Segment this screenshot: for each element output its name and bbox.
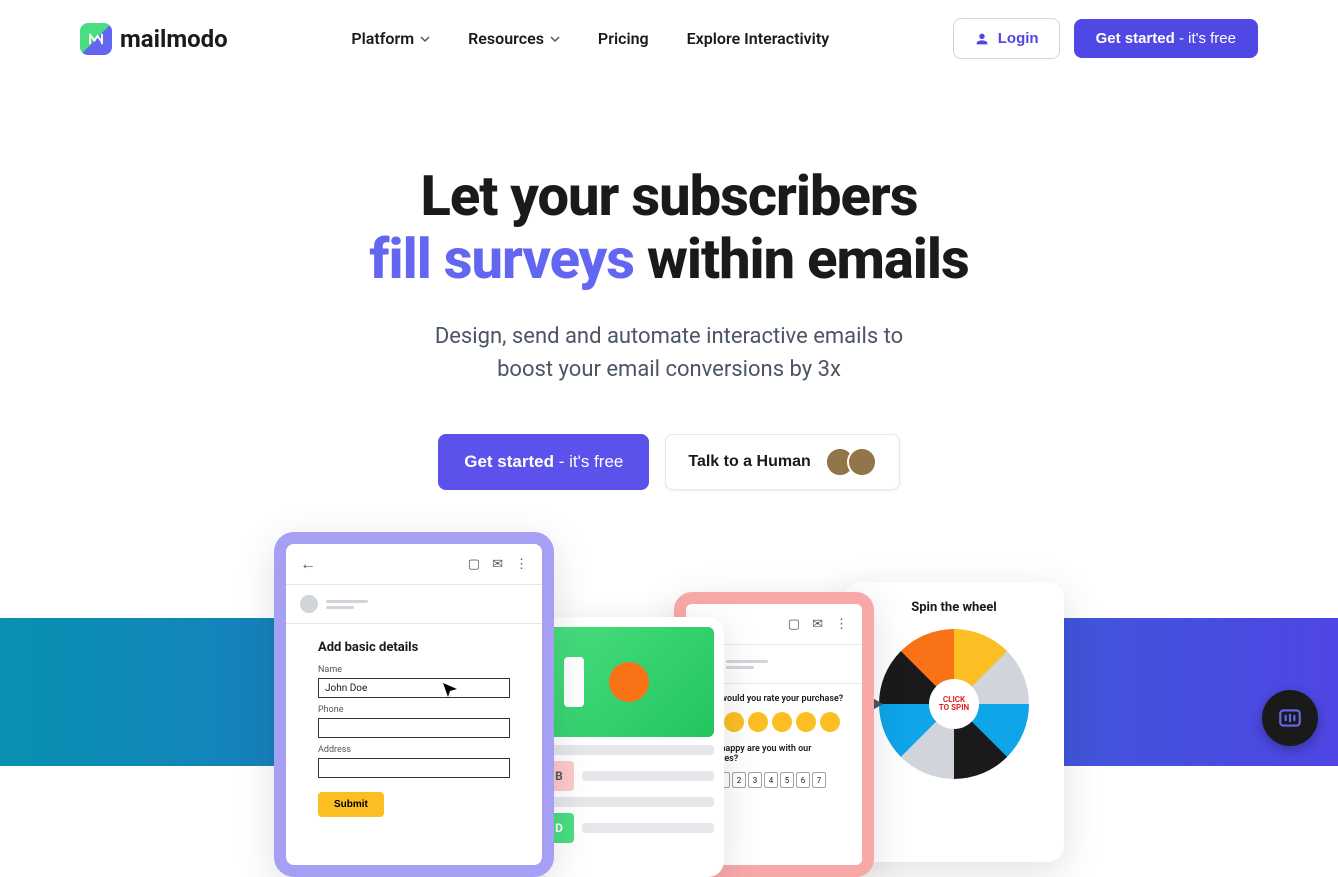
chevron-down-icon: [420, 29, 430, 48]
emoji-icon: [724, 712, 744, 732]
emoji-icon: [748, 712, 768, 732]
field-label: Address: [318, 745, 510, 755]
preview-wheel-card: Spin the wheel CLICK TO SPIN: [844, 582, 1064, 862]
avatars: [825, 447, 877, 477]
spin-wheel: CLICK TO SPIN: [879, 629, 1029, 779]
name-field: John Doe: [318, 678, 510, 698]
chat-icon: [1277, 705, 1303, 731]
emoji-icon: [772, 712, 792, 732]
person-icon: [974, 31, 990, 47]
cta-row: Get started - it's free Talk to a Human: [0, 434, 1338, 490]
hero: Let your subscribers fill surveys within…: [0, 77, 1338, 877]
field-label: Phone: [318, 705, 510, 715]
field-label: Name: [318, 665, 510, 675]
emoji-icon: [796, 712, 816, 732]
nav-resources[interactable]: Resources: [468, 29, 560, 48]
nav-explore[interactable]: Explore Interactivity: [687, 29, 830, 48]
form-title: Add basic details: [318, 640, 510, 655]
hero-heading: Let your subscribers fill surveys within…: [0, 165, 1338, 290]
chevron-down-icon: [550, 29, 560, 48]
mail-icon: ✉: [492, 557, 503, 572]
emoji-icon: [820, 712, 840, 732]
preview-cards: ← ▢ ✉ ⋮ Add basic details Name John Doe: [0, 532, 1338, 877]
preview-product-card: B D: [534, 617, 724, 877]
get-started-hero-button[interactable]: Get started - it's free: [438, 434, 649, 490]
preview-form-card: ← ▢ ✉ ⋮ Add basic details Name John Doe: [274, 532, 554, 877]
product-image: [544, 627, 714, 737]
hero-subheading: Design, send and automate interactive em…: [0, 320, 1338, 386]
arrow-left-icon: ←: [300, 554, 316, 574]
talk-to-human-button[interactable]: Talk to a Human: [665, 434, 899, 490]
get-started-header-button[interactable]: Get started - it's free: [1074, 19, 1258, 58]
address-field: [318, 758, 510, 778]
archive-icon: ▢: [468, 557, 480, 572]
chat-widget-button[interactable]: [1262, 690, 1318, 746]
cursor-icon: [443, 683, 459, 704]
main-nav: Platform Resources Pricing Explore Inter…: [351, 29, 829, 48]
card-header: ← ▢ ✉ ⋮: [286, 544, 542, 585]
flower-icon: [609, 662, 649, 702]
more-icon: ⋮: [515, 557, 528, 572]
logo-icon: [80, 23, 112, 55]
archive-icon: ▢: [788, 617, 800, 632]
wheel-center: CLICK TO SPIN: [929, 679, 979, 729]
logo[interactable]: mailmodo: [80, 23, 228, 55]
logo-text: mailmodo: [120, 25, 228, 53]
nav-pricing[interactable]: Pricing: [598, 29, 649, 48]
wheel-title: Spin the wheel: [862, 600, 1046, 615]
avatar: [847, 447, 877, 477]
phone-field: [318, 718, 510, 738]
right-nav: Login Get started - it's free: [953, 18, 1258, 59]
more-icon: ⋮: [835, 617, 848, 632]
top-nav: mailmodo Platform Resources Pricing Expl…: [0, 0, 1338, 77]
form-submit-button: Submit: [318, 792, 384, 817]
nav-platform[interactable]: Platform: [351, 29, 430, 48]
login-button[interactable]: Login: [953, 18, 1060, 59]
mail-icon: ✉: [812, 617, 823, 632]
